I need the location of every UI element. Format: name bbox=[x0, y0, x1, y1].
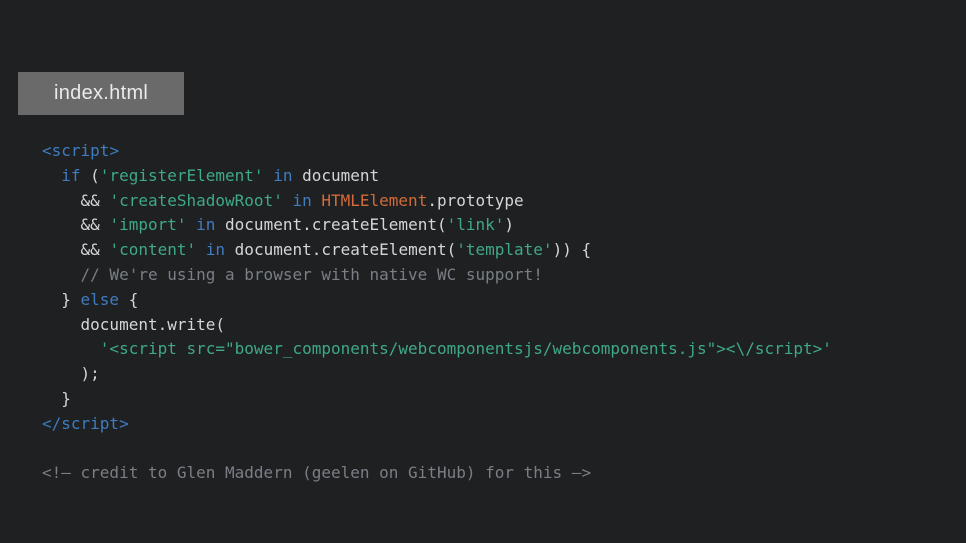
code-comment: // We're using a browser with native WC … bbox=[81, 265, 543, 284]
code-token: in bbox=[283, 191, 322, 210]
code-token: script bbox=[61, 414, 119, 433]
code-token: } bbox=[61, 389, 71, 408]
code-token: && bbox=[42, 240, 109, 259]
code-token: document bbox=[302, 166, 379, 185]
code-token: 'createShadowRoot' bbox=[109, 191, 282, 210]
code-token: ); bbox=[81, 364, 100, 383]
code-token: > bbox=[109, 141, 119, 160]
code-token: ) bbox=[504, 215, 514, 234]
code-block: <script> if ('registerElement' in docume… bbox=[0, 115, 966, 510]
code-token: ( bbox=[81, 166, 100, 185]
code-token: HTMLElement bbox=[321, 191, 427, 210]
code-token: document bbox=[81, 315, 158, 334]
code-token: && bbox=[42, 191, 109, 210]
code-token: } bbox=[42, 290, 81, 309]
code-token: 'registerElement' bbox=[100, 166, 264, 185]
code-token: )) { bbox=[553, 240, 592, 259]
code-token: script bbox=[52, 141, 110, 160]
code-token: { bbox=[119, 290, 138, 309]
code-token: . bbox=[427, 191, 437, 210]
code-token: document bbox=[235, 240, 312, 259]
code-token: 'content' bbox=[109, 240, 196, 259]
code-token: 'import' bbox=[109, 215, 186, 234]
code-token: document bbox=[225, 215, 302, 234]
code-token: </ bbox=[42, 414, 61, 433]
code-token: 'template' bbox=[456, 240, 552, 259]
credit-comment: <!— credit to Glen Maddern (geelen on Gi… bbox=[42, 463, 591, 482]
code-token: createElement( bbox=[312, 215, 447, 234]
code-token: && bbox=[42, 215, 109, 234]
code-token: prototype bbox=[437, 191, 524, 210]
code-token: in bbox=[264, 166, 303, 185]
code-token: else bbox=[81, 290, 120, 309]
code-token: . bbox=[302, 215, 312, 234]
code-token: in bbox=[187, 215, 226, 234]
code-token: '<script src="bower_components/webcompon… bbox=[100, 339, 832, 358]
code-token: write( bbox=[167, 315, 225, 334]
filename-tab[interactable]: index.html bbox=[18, 72, 184, 115]
code-token: . bbox=[312, 240, 322, 259]
code-token: . bbox=[158, 315, 168, 334]
code-token: in bbox=[196, 240, 235, 259]
code-token: 'link' bbox=[447, 215, 505, 234]
code-token: if bbox=[61, 166, 80, 185]
code-token: createElement( bbox=[321, 240, 456, 259]
code-token: > bbox=[119, 414, 129, 433]
code-token: < bbox=[42, 141, 52, 160]
